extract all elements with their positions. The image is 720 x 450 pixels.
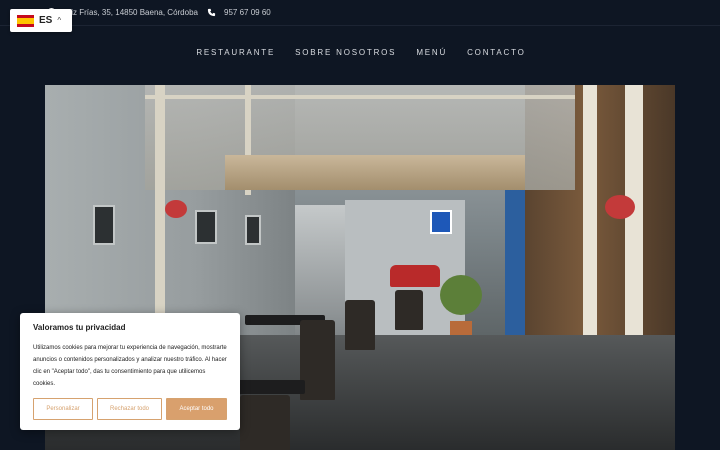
main-nav: RESTAURANTE SOBRE NOSOTROS MENÚ CONTACTO — [0, 48, 720, 57]
nav-item-menu[interactable]: MENÚ — [416, 48, 447, 57]
phone-icon — [207, 8, 216, 17]
reject-all-button[interactable]: Rechazar todo — [97, 398, 162, 420]
accept-all-button[interactable]: Aceptar todo — [166, 398, 227, 420]
phone-info[interactable]: 957 67 09 60 — [207, 8, 271, 17]
language-code: ES — [39, 15, 53, 26]
top-info-bar: Ruiz Frías, 35, 14850 Baena, Córdoba 957… — [0, 0, 720, 26]
nav-item-restaurante[interactable]: RESTAURANTE — [196, 48, 275, 57]
cookie-buttons: Personalizar Rechazar todo Aceptar todo — [33, 398, 227, 420]
cookie-text: Utilizamos cookies para mejorar tu exper… — [33, 345, 227, 387]
address-text: Ruiz Frías, 35, 14850 Baena, Córdoba — [61, 8, 198, 17]
phone-text[interactable]: 957 67 09 60 — [224, 8, 271, 17]
nav-item-contacto[interactable]: CONTACTO — [467, 48, 526, 57]
chevron-up-icon: ^ — [57, 16, 62, 25]
nav-item-sobre-nosotros[interactable]: SOBRE NOSOTROS — [295, 48, 396, 57]
customize-button[interactable]: Personalizar — [33, 398, 93, 420]
cookie-consent-dialog: Valoramos tu privacidad Utilizamos cooki… — [20, 313, 240, 430]
language-selector[interactable]: ES ^ — [10, 9, 72, 32]
cookie-title: Valoramos tu privacidad — [33, 323, 126, 332]
spain-flag-icon — [17, 14, 34, 27]
